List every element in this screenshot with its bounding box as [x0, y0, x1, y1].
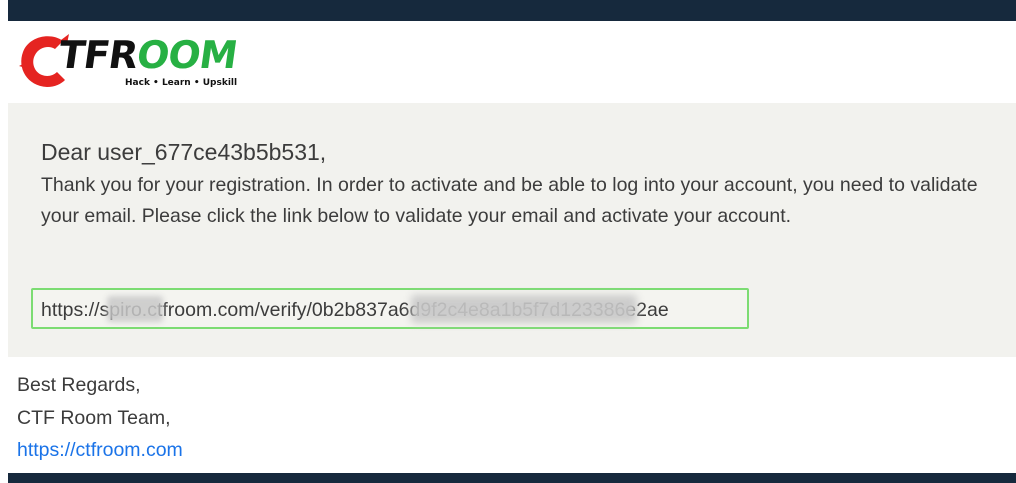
signoff: Best Regards, CTF Room Team, https://ctf… — [17, 369, 183, 467]
message-text: Thank you for your registration. In orde… — [41, 174, 978, 227]
email-body: TFROOM Hack • Learn • Upskill Dear user_… — [8, 0, 1016, 483]
logo-wordmark-tfr: TFR — [55, 33, 141, 77]
logo-wordmark-oom: OOM — [134, 33, 240, 77]
logo-tagline: Hack • Learn • Upskill — [125, 78, 238, 88]
top-bar — [8, 0, 1016, 21]
team-name: CTF Room Team, — [17, 406, 171, 429]
greeting: Dear user_677ce43b5b531, — [41, 139, 327, 165]
site-link[interactable]: https://ctfroom.com — [17, 439, 183, 461]
redaction-blur — [107, 296, 163, 322]
message-panel: Dear user_677ce43b5b531, Thank you for y… — [8, 103, 1016, 357]
logo-wordmark: TFROOM — [55, 33, 240, 77]
redaction-blur — [411, 295, 637, 323]
bottom-bar — [8, 473, 1016, 483]
regards-text: Best Regards, — [17, 374, 141, 396]
ctfroom-logo: TFROOM Hack • Learn • Upskill — [17, 32, 242, 90]
verify-link-box: https://spiro.ctfroom.com/verify/0b2b837… — [31, 288, 749, 329]
